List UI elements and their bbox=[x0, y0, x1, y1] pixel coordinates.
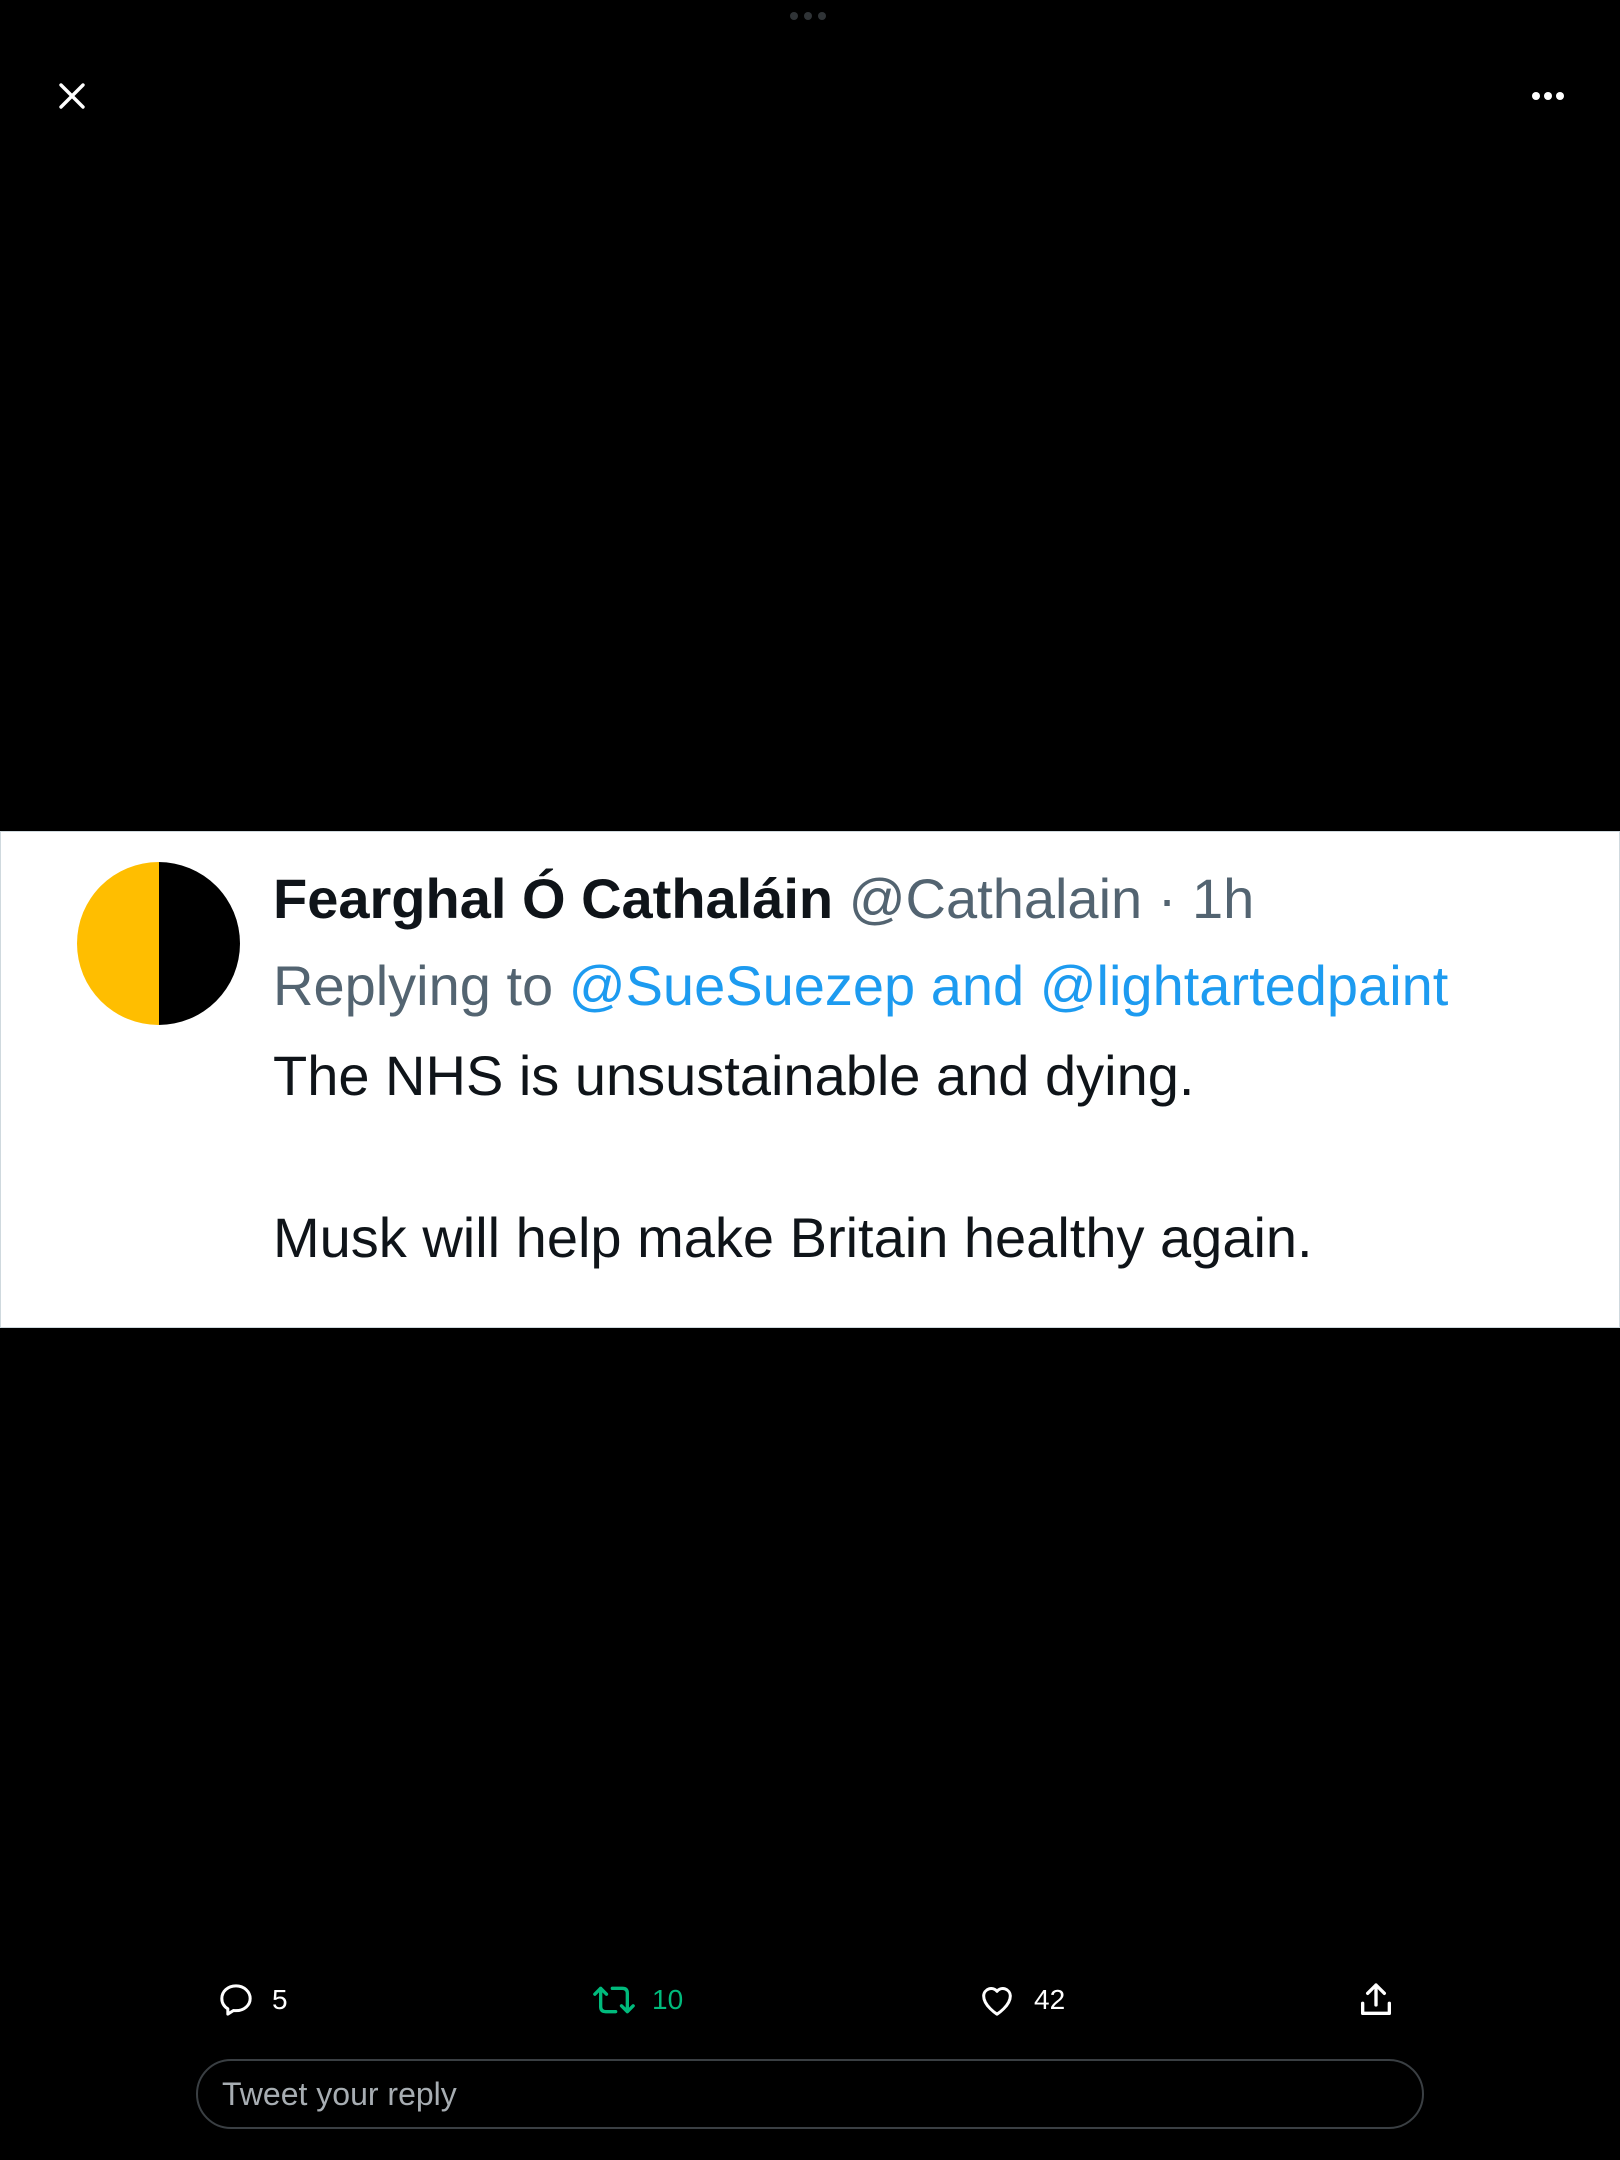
grabber-dot bbox=[818, 12, 826, 20]
share-button[interactable] bbox=[1356, 1970, 1396, 2030]
avatar-left-half bbox=[77, 862, 159, 1025]
embedded-tweet: Fearghal Ó Cathaláin @Cathalain · 1h Rep… bbox=[273, 862, 1603, 1276]
retweet-icon bbox=[592, 1980, 636, 2020]
tweet-screenshot-image[interactable]: Fearghal Ó Cathaláin @Cathalain · 1h Rep… bbox=[0, 831, 1620, 1328]
author-handle: @Cathalain bbox=[848, 867, 1143, 930]
like-button[interactable]: 42 bbox=[976, 1970, 1065, 2030]
retweet-button[interactable]: 10 bbox=[592, 1970, 683, 2030]
reply-input[interactable] bbox=[220, 2074, 1400, 2114]
tweet-text: The NHS is unsustainable and dying. Musk… bbox=[273, 1038, 1603, 1276]
author-name: Fearghal Ó Cathaláin bbox=[273, 867, 834, 930]
share-icon bbox=[1356, 1980, 1396, 2020]
like-count: 42 bbox=[1034, 1984, 1066, 2015]
reply-count: 5 bbox=[272, 1984, 288, 2015]
retweet-count: 10 bbox=[652, 1984, 684, 2015]
grabber-dot bbox=[804, 12, 812, 20]
avatar-right-half bbox=[158, 862, 240, 1025]
more-options-button[interactable] bbox=[1516, 64, 1580, 128]
replying-to-line: Replying to @SueSuezep and @lightartedpa… bbox=[273, 948, 1603, 1024]
heart-icon bbox=[976, 1980, 1018, 2020]
more-icon bbox=[1531, 91, 1565, 101]
tweet-actions-bar: 5 10 42 bbox=[196, 1970, 1424, 2030]
reply-icon bbox=[216, 1980, 256, 2020]
separator-dot: · bbox=[1157, 867, 1177, 930]
avatar bbox=[77, 862, 240, 1025]
reply-button[interactable]: 5 bbox=[216, 1970, 288, 2030]
replying-to-targets: @SueSuezep and @lightartedpaint bbox=[568, 954, 1449, 1017]
tweet-text-line: The NHS is unsustainable and dying. bbox=[273, 1044, 1195, 1107]
reply-composer[interactable] bbox=[196, 2059, 1424, 2129]
close-icon bbox=[57, 81, 87, 111]
tweet-text-line: Musk will help make Britain healthy agai… bbox=[273, 1206, 1313, 1269]
sheet-grabber[interactable] bbox=[790, 12, 826, 20]
tweet-age: 1h bbox=[1191, 867, 1255, 930]
close-button[interactable] bbox=[40, 64, 104, 128]
tweet-header: Fearghal Ó Cathaláin @Cathalain · 1h bbox=[273, 862, 1603, 936]
grabber-dot bbox=[790, 12, 798, 20]
replying-to-prefix: Replying to bbox=[273, 954, 554, 1017]
